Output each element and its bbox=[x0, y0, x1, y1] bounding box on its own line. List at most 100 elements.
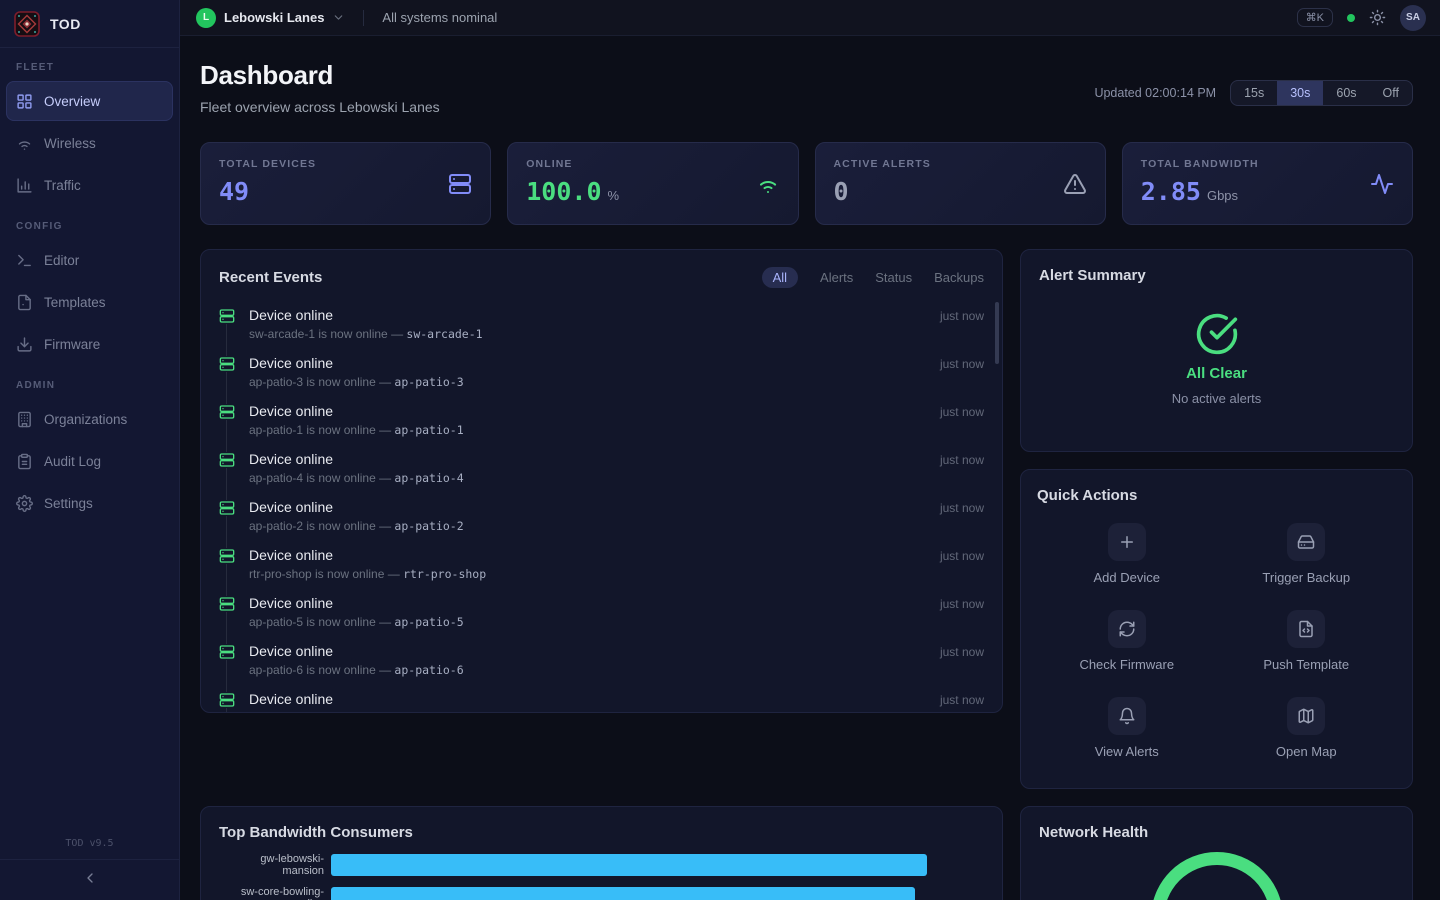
org-switcher[interactable]: L Lebowski Lanes bbox=[196, 8, 345, 28]
bar-chart-icon bbox=[16, 177, 33, 194]
map-icon bbox=[1297, 707, 1315, 725]
app-logo-row: TOD bbox=[0, 0, 179, 48]
refresh-option-30s[interactable]: 30s bbox=[1277, 81, 1323, 105]
quick-action-view-alerts[interactable]: View Alerts bbox=[1037, 697, 1217, 759]
server-icon bbox=[219, 356, 235, 372]
sidebar-item-templates[interactable]: Templates bbox=[6, 282, 173, 322]
event-title: Device online bbox=[249, 451, 333, 467]
stat-value-row: 0 bbox=[834, 177, 1087, 206]
activity-icon bbox=[1370, 172, 1394, 196]
network-health-title: Network Health bbox=[1039, 824, 1394, 841]
quick-action-push-template[interactable]: Push Template bbox=[1217, 610, 1397, 672]
sidebar-item-wireless[interactable]: Wireless bbox=[6, 123, 173, 163]
event-description: ap-patio-4 is now online — ap-patio-4 bbox=[249, 471, 984, 485]
command-palette-shortcut[interactable]: ⌘K bbox=[1297, 8, 1333, 27]
org-name: Lebowski Lanes bbox=[224, 10, 324, 25]
chevron-left-icon bbox=[82, 870, 98, 886]
quick-action-trigger-backup[interactable]: Trigger Backup bbox=[1217, 523, 1397, 585]
event-device-name: ap-patio-4 bbox=[394, 471, 463, 485]
sidebar-item-label: Settings bbox=[44, 496, 93, 511]
server-icon bbox=[448, 172, 472, 196]
events-scrollbar-thumb[interactable] bbox=[995, 302, 999, 364]
sidebar-item-editor[interactable]: Editor bbox=[6, 240, 173, 280]
nav-section-label: CONFIG bbox=[0, 221, 179, 232]
app-name: TOD bbox=[50, 16, 81, 32]
events-tab-backups[interactable]: Backups bbox=[934, 270, 984, 285]
topbar: L Lebowski Lanes All systems nominal ⌘K … bbox=[180, 0, 1440, 36]
event-description: ap-patio-3 is now online — ap-patio-3 bbox=[249, 375, 984, 389]
event-list-item: Device onlinejust now ap-patio-4 is now o… bbox=[219, 446, 984, 494]
plus-icon bbox=[1118, 533, 1136, 551]
sidebar-item-label: Audit Log bbox=[44, 454, 101, 469]
event-list-item: Device onlinejust nowap-patio-6 is now o… bbox=[219, 638, 984, 686]
stat-suffix: Gbps bbox=[1207, 188, 1238, 203]
hard-drive-icon bbox=[1297, 533, 1315, 551]
nav-section: CONFIG Editor TemplatesFirmware bbox=[0, 221, 179, 364]
event-title: Device online bbox=[249, 691, 333, 707]
sidebar-item-overview[interactable]: Overview bbox=[6, 81, 173, 121]
event-title: Device online bbox=[249, 643, 333, 659]
user-avatar[interactable]: SA bbox=[1400, 5, 1426, 31]
event-description: ap-patio-1 is now online — ap-patio-1 bbox=[249, 423, 984, 437]
event-description: ap-patio-2 is now online — ap-patio-2 bbox=[249, 519, 984, 533]
quick-action-add-device[interactable]: Add Device bbox=[1037, 523, 1217, 585]
event-device-name: ap-patio-3 bbox=[394, 375, 463, 389]
event-row: Device onlinejust now bbox=[249, 446, 984, 467]
event-row: Device onlinejust now bbox=[249, 350, 984, 371]
event-time: just now bbox=[940, 597, 984, 611]
recent-events-title: Recent Events bbox=[219, 269, 322, 286]
system-status-text: All systems nominal bbox=[382, 10, 497, 25]
event-list-item: Device onlinejust now bbox=[219, 686, 984, 713]
bandwidth-bar-row: sw-core-bowling-alley bbox=[219, 887, 984, 900]
event-time: just now bbox=[940, 645, 984, 659]
stat-card-total-bandwidth: TOTAL BANDWIDTH2.85Gbps bbox=[1122, 142, 1413, 225]
quick-actions-card: Quick Actions Add DeviceTrigger BackupCh… bbox=[1020, 469, 1413, 789]
org-avatar: L bbox=[196, 8, 216, 28]
check-circle-icon bbox=[1195, 312, 1239, 356]
event-row: Device online just now bbox=[249, 638, 984, 659]
event-list-item: Device onlinejust now ap-patio-2 is now o… bbox=[219, 494, 984, 542]
refresh-option-off[interactable]: Off bbox=[1370, 81, 1412, 105]
event-row: Device onlinejust now bbox=[249, 302, 984, 323]
sidebar-item-firmware[interactable]: Firmware bbox=[6, 324, 173, 364]
event-title: Device online bbox=[249, 403, 333, 419]
event-description: sw-arcade-1 is now online — sw-arcade-1 bbox=[249, 327, 984, 341]
sidebar-item-label: Editor bbox=[44, 253, 79, 268]
event-row: Device onlinejust now bbox=[249, 494, 984, 515]
refresh-option-60s[interactable]: 60s bbox=[1323, 81, 1369, 105]
bandwidth-bar bbox=[331, 887, 915, 900]
sidebar-item-audit-log[interactable]: Audit Log bbox=[6, 441, 173, 481]
main-content: Dashboard Fleet overview across Lebowski… bbox=[180, 36, 1440, 900]
updated-timestamp: Updated 02:00:14 PM bbox=[1094, 86, 1216, 100]
refresh-option-15s[interactable]: 15s bbox=[1231, 81, 1277, 105]
events-tab-alerts[interactable]: Alerts bbox=[820, 270, 853, 285]
alert-summary-title: Alert Summary bbox=[1039, 267, 1394, 284]
sidebar-item-organizations[interactable]: Organizations bbox=[6, 399, 173, 439]
sun-icon[interactable] bbox=[1369, 9, 1386, 26]
events-tab-all[interactable]: All bbox=[762, 267, 798, 288]
sidebar: TOD FLEET OverviewWirelessTraffic CONFIG Ed… bbox=[0, 0, 180, 900]
live-status-dot bbox=[1347, 14, 1355, 22]
quick-action-label: Check Firmware bbox=[1079, 657, 1174, 672]
nav-section-label: FLEET bbox=[0, 62, 179, 73]
quick-action-label: View Alerts bbox=[1095, 744, 1159, 759]
quick-action-check-firmware[interactable]: Check Firmware bbox=[1037, 610, 1217, 672]
quick-action-open-map[interactable]: Open Map bbox=[1217, 697, 1397, 759]
event-device-name: ap-patio-6 bbox=[394, 663, 463, 677]
events-list: Device online just now sw-arcade-1 is now … bbox=[219, 302, 984, 713]
server-icon bbox=[219, 596, 235, 612]
bandwidth-bar-chart: gw-lebowski-mansion sw-core-bowling-alley bbox=[219, 854, 984, 900]
stat-suffix: % bbox=[608, 188, 620, 203]
sidebar-item-label: Organizations bbox=[44, 412, 127, 427]
sidebar-item-traffic[interactable]: Traffic bbox=[6, 165, 173, 205]
sidebar-collapse-button[interactable] bbox=[0, 860, 179, 896]
grid-icon bbox=[16, 93, 33, 110]
sidebar-item-settings[interactable]: Settings bbox=[6, 483, 173, 523]
server-icon bbox=[219, 548, 235, 564]
quick-action-label: Open Map bbox=[1276, 744, 1337, 759]
bandwidth-bar-row: gw-lebowski-mansion bbox=[219, 854, 984, 876]
event-list-item: Device onlinejust nowap-patio-1 is now o… bbox=[219, 398, 984, 446]
bell-icon bbox=[1118, 707, 1136, 725]
stat-value: 49 bbox=[219, 177, 249, 206]
events-tab-status[interactable]: Status bbox=[875, 270, 912, 285]
